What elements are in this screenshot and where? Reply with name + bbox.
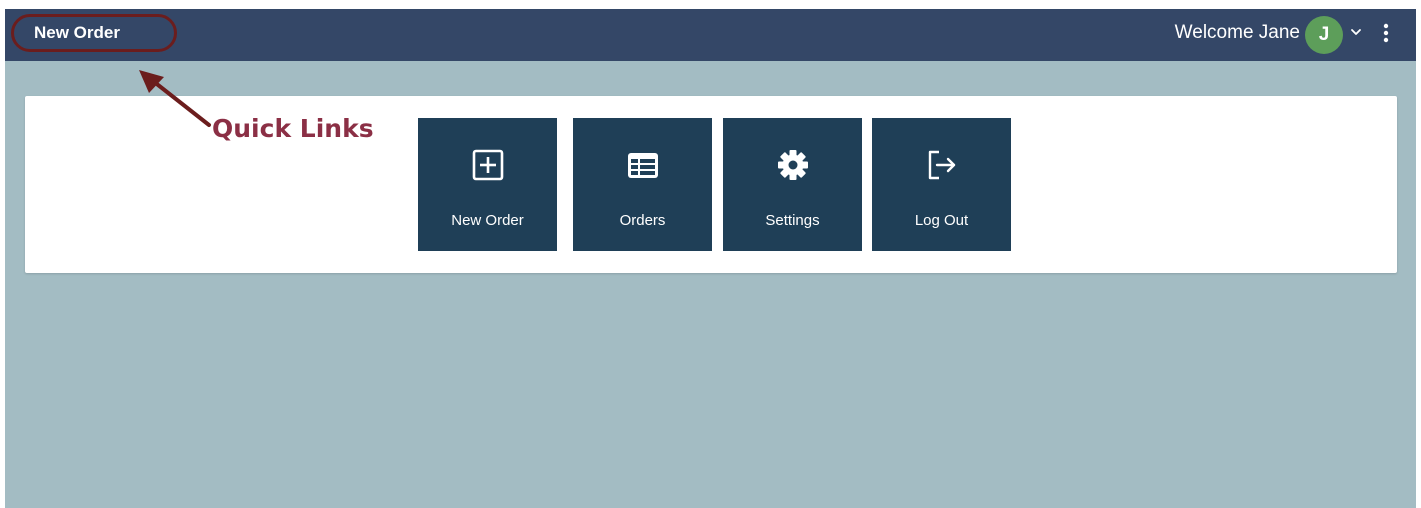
table-icon [627, 153, 658, 178]
app-frame: New Order Welcome Jane J New Order Order… [5, 9, 1416, 508]
logout-icon [928, 150, 955, 180]
user-avatar[interactable]: J [1305, 16, 1343, 54]
tile-label: Settings [765, 212, 820, 229]
tile-label: New Order [451, 212, 524, 229]
topbar-new-order-link[interactable]: New Order [34, 22, 120, 44]
tile-settings[interactable]: Settings [723, 118, 862, 251]
tile-label: Orders [619, 212, 666, 229]
more-options-icon[interactable] [1379, 22, 1393, 44]
gear-icon [777, 150, 808, 180]
quick-links-annotation: Quick Links [212, 114, 374, 143]
chevron-down-icon[interactable] [1349, 25, 1363, 39]
tile-log-out[interactable]: Log Out [872, 118, 1011, 251]
welcome-text: Welcome Jane [1174, 22, 1300, 43]
plus-square-icon [472, 149, 503, 181]
tile-label: Log Out [914, 212, 969, 229]
tile-new-order[interactable]: New Order [418, 118, 557, 251]
tile-orders[interactable]: Orders [573, 118, 712, 251]
top-navigation-bar: New Order Welcome Jane J [5, 9, 1416, 61]
